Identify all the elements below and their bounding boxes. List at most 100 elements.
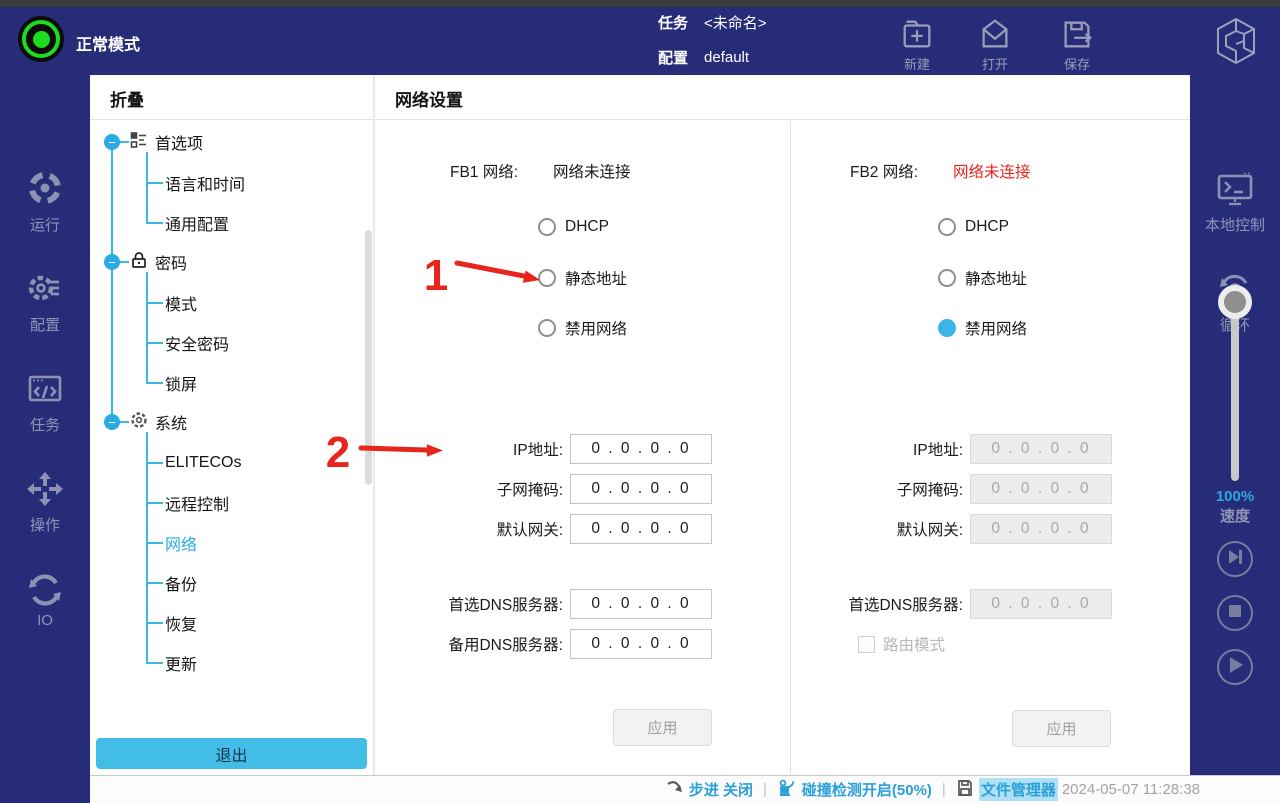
speed-label: 速度 — [1190, 505, 1280, 526]
fb1-status-row: FB1 网络: 网络未连接 — [450, 160, 631, 182]
tree-item-elitecos[interactable]: ELITECOs — [165, 451, 241, 475]
fb1-ip-input[interactable] — [570, 434, 712, 464]
fb1-gateway-input[interactable] — [570, 514, 712, 544]
tree-collapse-node[interactable]: − — [104, 414, 120, 430]
save-task-button[interactable]: 保存 — [1045, 16, 1109, 73]
open-task-button[interactable]: 打开 — [963, 16, 1027, 73]
sidebar-item-config[interactable]: 配置 — [0, 270, 90, 335]
list-tree-icon — [130, 131, 155, 154]
field-label: 子网掩码: — [813, 478, 963, 500]
step-mode-status[interactable]: 步进 关闭 — [666, 779, 753, 801]
file-manager-label: 文件管理器 — [979, 778, 1058, 801]
tree-item-backup[interactable]: 备份 — [165, 571, 197, 595]
play-button[interactable] — [1217, 649, 1253, 685]
tree-connector — [146, 432, 148, 663]
tree-item-label: 通用配置 — [165, 211, 229, 235]
fb1-radio-static[interactable]: 静态地址 — [538, 267, 627, 289]
tree-collapse-node[interactable]: − — [104, 254, 120, 270]
tree-item-label: 系统 — [155, 410, 187, 434]
speed-slider-knob[interactable] — [1218, 285, 1252, 319]
field-label: IP地址: — [813, 438, 963, 460]
tree-connector — [146, 622, 163, 624]
new-task-label: 新建 — [904, 57, 930, 72]
tree-item-label: 安全密码 — [165, 331, 229, 355]
fb1-radio-disable[interactable]: 禁用网络 — [538, 317, 627, 339]
stop-icon — [1224, 600, 1246, 627]
tree-item-general-config[interactable]: 通用配置 — [165, 211, 229, 235]
radio-icon — [538, 319, 556, 337]
fb1-apply-button[interactable]: 应用 — [613, 709, 712, 746]
tree-connector — [146, 222, 163, 224]
fb2-ip-row: IP地址: — [813, 434, 1112, 464]
fb2-label: FB2 网络: — [850, 160, 918, 182]
fb2-radio-dhcp[interactable]: DHCP — [938, 216, 1009, 238]
tree-item-password[interactable]: 密码 — [130, 250, 187, 274]
tree-item-update[interactable]: 更新 — [165, 651, 197, 675]
tree-collapse-node[interactable]: − — [104, 134, 120, 150]
sidebar-item-label: IO — [37, 612, 53, 629]
fb2-radio-disable[interactable]: 禁用网络 — [938, 317, 1027, 339]
sidebar-item-label: 运行 — [30, 217, 60, 234]
tree-item-mode[interactable]: 模式 — [165, 291, 197, 315]
radio-label: 静态地址 — [565, 267, 627, 289]
checkbox-label: 路由模式 — [883, 633, 945, 655]
collision-status[interactable]: 碰撞检测开启(50%) — [777, 778, 932, 802]
fb2-radio-static[interactable]: 静态地址 — [938, 267, 1027, 289]
step-forward-button[interactable] — [1217, 541, 1253, 577]
tree-item-network[interactable]: 网络 — [165, 531, 197, 555]
sidebar-item-local-control[interactable]: 本地控制 — [1190, 170, 1280, 235]
radio-icon — [938, 269, 956, 287]
open-task-label: 打开 — [982, 57, 1008, 72]
tree-item-label: 更新 — [165, 651, 197, 675]
sidebar-item-task[interactable]: 任务 — [0, 370, 90, 435]
sidebar-item-io[interactable]: IO — [0, 572, 90, 629]
tree-panel-title[interactable]: 折叠 — [110, 86, 144, 111]
move-arrows-icon — [0, 470, 90, 510]
radio-label: DHCP — [565, 218, 609, 236]
exit-button[interactable]: 退出 — [96, 738, 367, 769]
tree-item-system[interactable]: 系统 — [130, 410, 187, 434]
sidebar-item-run[interactable]: 运行 — [0, 170, 90, 235]
collision-label: 碰撞检测开启(50%) — [802, 779, 932, 800]
tree-item-remote-control[interactable]: 远程控制 — [165, 491, 229, 515]
fb2-router-mode-checkbox[interactable]: 路由模式 — [858, 633, 945, 655]
separator: | — [942, 781, 946, 798]
network-settings-panel: 网络设置 FB1 网络: 网络未连接 DHCP 静态地址 禁用网络 IP地址: … — [375, 75, 1190, 775]
window-top-strip — [0, 0, 1280, 7]
tree-item-restore[interactable]: 恢复 — [165, 611, 197, 635]
radio-label: 禁用网络 — [565, 317, 627, 339]
tree-item-safety-password[interactable]: 安全密码 — [165, 331, 229, 355]
field-label: 默认网关: — [413, 518, 563, 540]
tree-item-language-time[interactable]: 语言和时间 — [165, 171, 245, 195]
speed-slider-track[interactable] — [1231, 303, 1239, 481]
tree-item-label: 锁屏 — [165, 371, 197, 395]
field-label: 首选DNS服务器: — [413, 593, 563, 615]
tree-connector — [146, 152, 148, 223]
tree-connector — [146, 302, 163, 304]
status-bar: 步进 关闭 | 碰撞检测开启(50%) | 文件管理器 2024 — [90, 775, 1280, 803]
speed-readout: 100% 速度 — [1190, 488, 1280, 526]
fb2-apply-button[interactable]: 应用 — [1012, 710, 1111, 747]
mode-label: 正常模式 — [76, 31, 140, 55]
fb1-dns2-input[interactable] — [570, 629, 712, 659]
fb1-mask-input[interactable] — [570, 474, 712, 504]
task-value: <未命名> — [704, 12, 767, 33]
stop-button[interactable] — [1217, 595, 1253, 631]
sidebar-item-operate[interactable]: 操作 — [0, 470, 90, 535]
tree-connector — [119, 261, 129, 263]
tree-scrollbar[interactable] — [365, 230, 372, 485]
config-row: 配置 default — [658, 47, 749, 68]
network-panel-header: 网络设置 — [375, 75, 1190, 120]
file-manager-status[interactable]: 文件管理器 — [956, 778, 1058, 801]
radio-icon — [538, 269, 556, 287]
fb1-dns1-input[interactable] — [570, 589, 712, 619]
tree-item-preferences[interactable]: 首选项 — [130, 130, 203, 154]
fb2-ip-input — [970, 434, 1112, 464]
step-mode-label: 步进 关闭 — [689, 779, 753, 800]
fb1-gateway-row: 默认网关: — [413, 514, 712, 544]
new-task-button[interactable]: 新建 — [885, 16, 949, 73]
tree-item-lock-screen[interactable]: 锁屏 — [165, 371, 197, 395]
settings-tree-panel: 折叠 − − − 首 — [90, 75, 373, 775]
field-label: 默认网关: — [813, 518, 963, 540]
fb1-radio-dhcp[interactable]: DHCP — [538, 216, 609, 238]
